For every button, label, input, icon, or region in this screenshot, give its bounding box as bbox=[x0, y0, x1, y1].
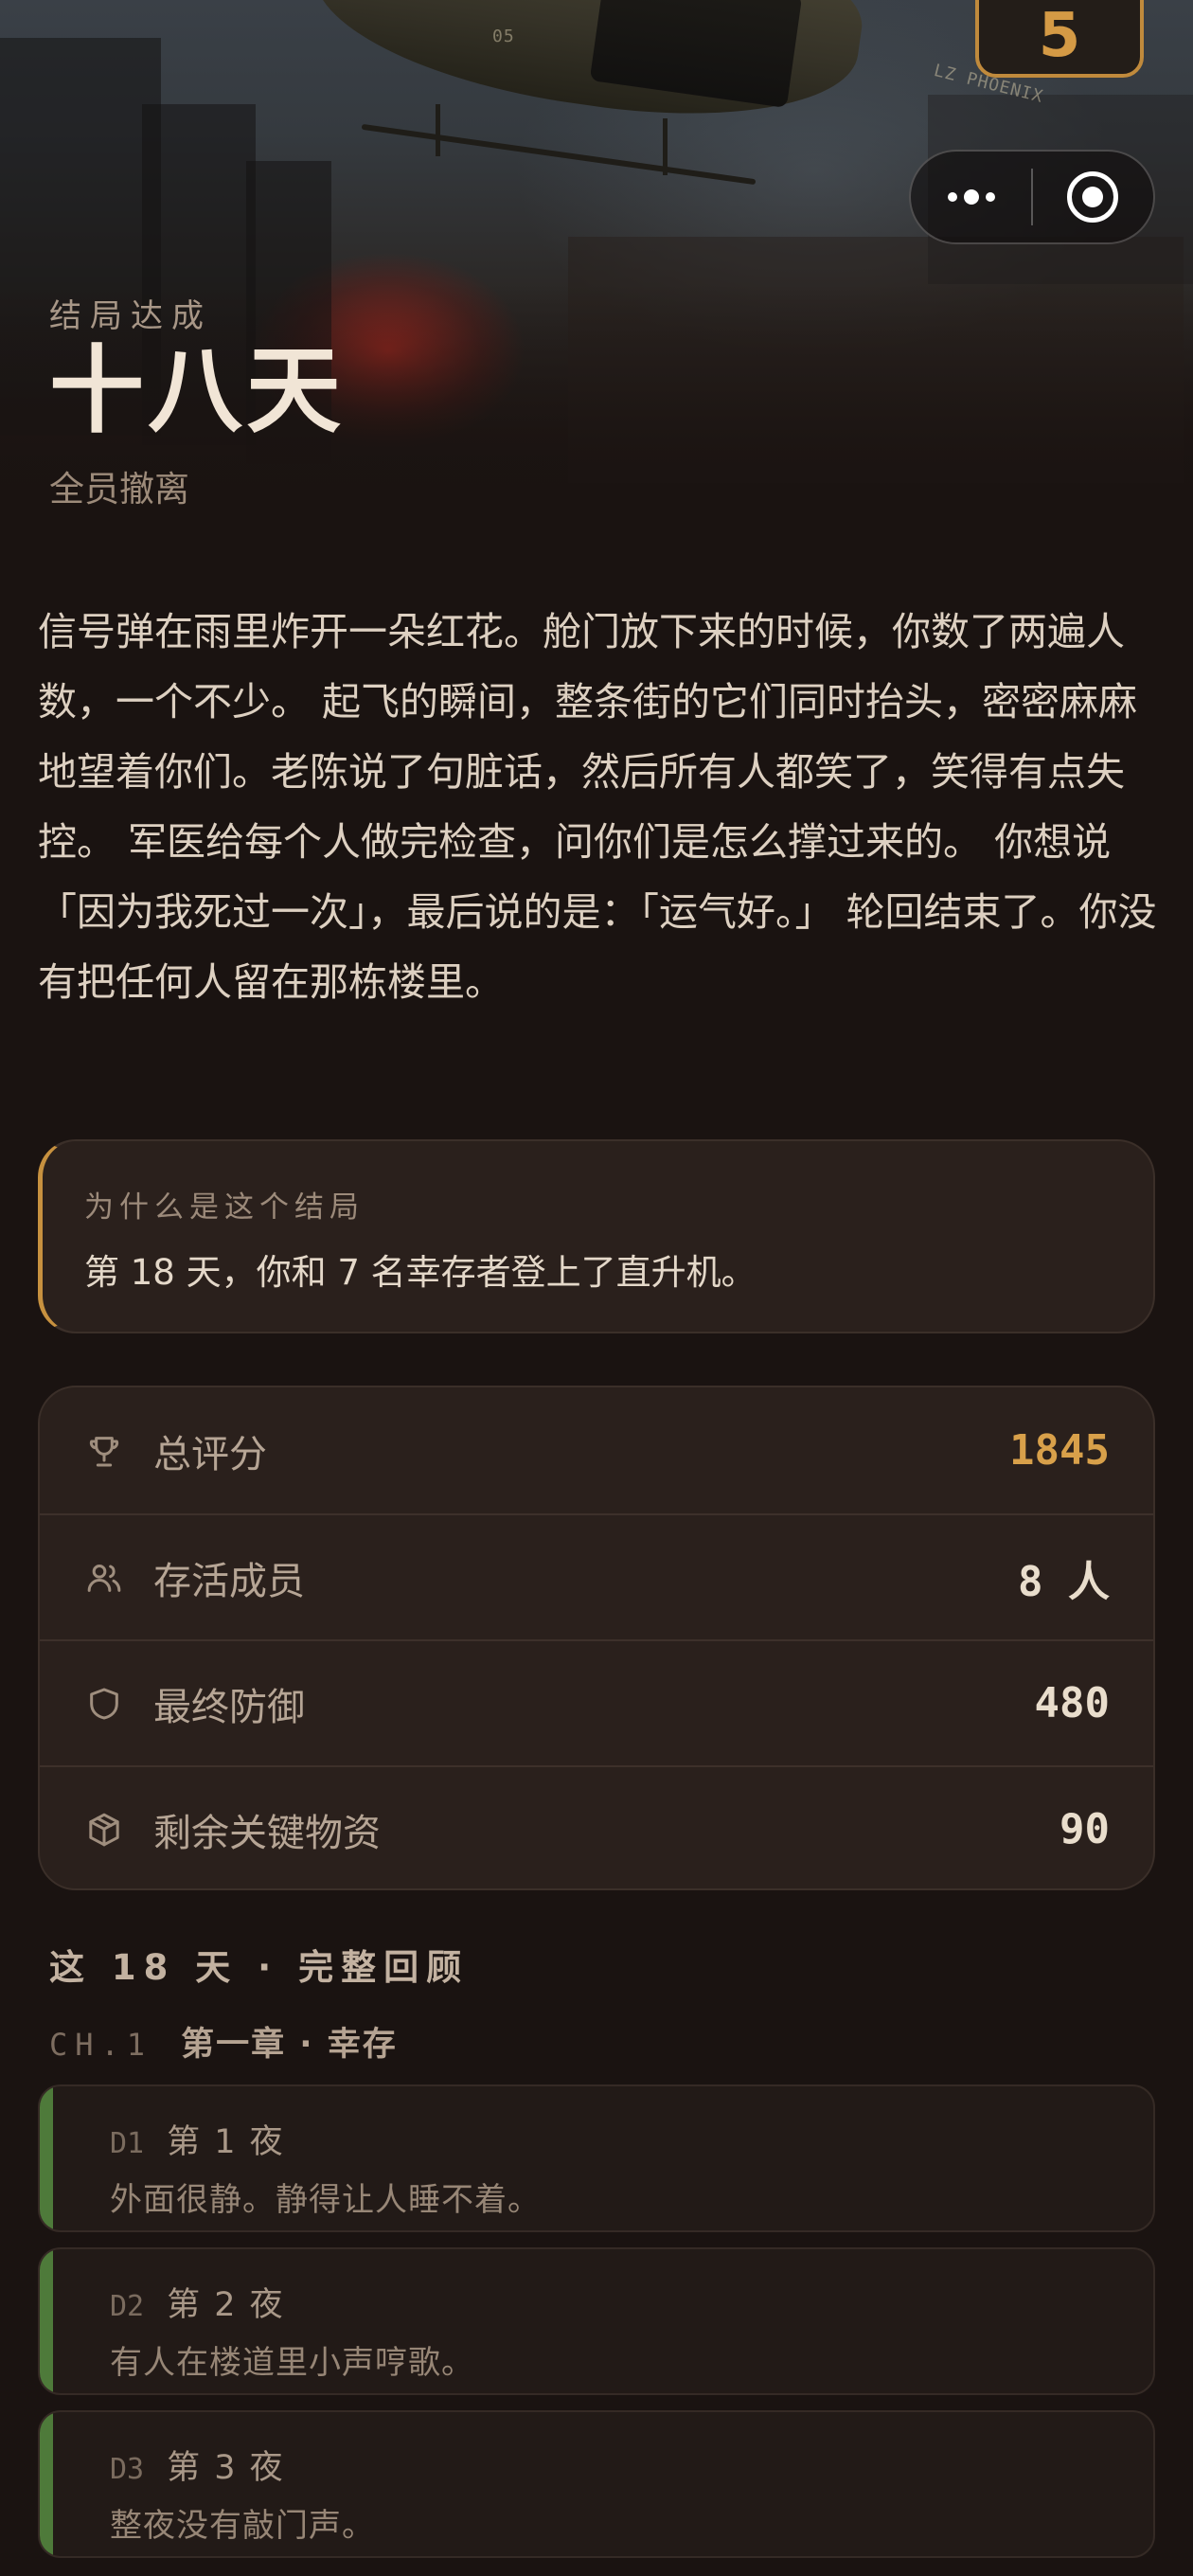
more-button[interactable] bbox=[911, 152, 1031, 242]
recap-title: 这 18 天 · 完整回顾 bbox=[49, 1947, 470, 1988]
hero-banner: 05 LZ PHOENIX bbox=[0, 0, 1193, 530]
stat-row-score: 总评分 1845 bbox=[40, 1387, 1153, 1513]
day-code: D1 bbox=[110, 2127, 145, 2160]
day-code: D3 bbox=[110, 2453, 145, 2486]
stat-value: 90 bbox=[1059, 1805, 1110, 1853]
users-icon bbox=[83, 1557, 125, 1599]
day-name: 第 1 夜 bbox=[167, 2123, 285, 2161]
ending-subtitle: 全员撤离 bbox=[49, 469, 189, 510]
chapter-header: CH.1 第一章 · 幸存 bbox=[49, 2017, 398, 2066]
stat-row-survivors: 存活成员 8 人 bbox=[40, 1513, 1153, 1639]
more-dots-icon bbox=[947, 189, 995, 205]
stat-label: 剩余关键物资 bbox=[153, 1811, 381, 1855]
day-name: 第 3 夜 bbox=[167, 2449, 285, 2487]
box-icon bbox=[83, 1809, 125, 1851]
score-badge: 5 bbox=[975, 0, 1144, 78]
ending-reason-card: 为什么是这个结局 第 18 天，你和 7 名幸存者登上了直升机。 bbox=[38, 1139, 1155, 1333]
day-summary: 外面很静。静得让人睡不着。 bbox=[110, 2181, 541, 2219]
day-status-bar bbox=[40, 2412, 53, 2556]
stat-value: 8 人 bbox=[1018, 1557, 1110, 1606]
reason-text: 第 18 天，你和 7 名幸存者登上了直升机。 bbox=[84, 1252, 757, 1293]
day-card[interactable]: D1 第 1 夜 外面很静。静得让人睡不着。 bbox=[38, 2084, 1155, 2232]
stat-value: 480 bbox=[1034, 1679, 1110, 1727]
trophy-icon bbox=[83, 1430, 125, 1472]
day-summary: 整夜没有敲门声。 bbox=[110, 2507, 375, 2545]
chapter-name: 第一章 · 幸存 bbox=[181, 2026, 398, 2064]
day-name: 第 2 夜 bbox=[167, 2286, 285, 2324]
day-status-bar bbox=[40, 2086, 53, 2230]
close-button[interactable] bbox=[1033, 152, 1153, 242]
day-code: D2 bbox=[110, 2290, 145, 2323]
stat-label: 总评分 bbox=[153, 1432, 267, 1476]
stat-label: 最终防御 bbox=[153, 1685, 305, 1729]
day-status-bar bbox=[40, 2249, 53, 2393]
day-card[interactable]: D3 第 3 夜 整夜没有敲门声。 bbox=[38, 2410, 1155, 2558]
stat-value: 1845 bbox=[1009, 1426, 1110, 1475]
day-summary: 有人在楼道里小声哼歌。 bbox=[110, 2344, 474, 2382]
target-close-icon bbox=[1067, 171, 1119, 223]
stat-label: 存活成员 bbox=[153, 1559, 305, 1603]
mini-program-capsule bbox=[909, 150, 1155, 244]
stat-row-defense: 最终防御 480 bbox=[40, 1639, 1153, 1765]
stat-row-supplies: 剩余关键物资 90 bbox=[40, 1765, 1153, 1888]
chapter-code: CH.1 bbox=[49, 2027, 153, 2063]
stats-panel: 总评分 1845 存活成员 8 人 最终防御 480 剩余关键物资 90 bbox=[38, 1386, 1155, 1890]
reason-label: 为什么是这个结局 bbox=[84, 1190, 365, 1225]
ending-label: 结局达成 bbox=[49, 297, 212, 335]
ending-narrative: 信号弹在雨里炸开一朵红花。舱门放下来的时候，你数了两遍人数，一个不少。 起飞的瞬… bbox=[38, 609, 1157, 1005]
ending-title: 十八天 bbox=[49, 335, 345, 446]
shield-icon bbox=[83, 1683, 125, 1725]
day-card[interactable]: D2 第 2 夜 有人在楼道里小声哼歌。 bbox=[38, 2247, 1155, 2395]
